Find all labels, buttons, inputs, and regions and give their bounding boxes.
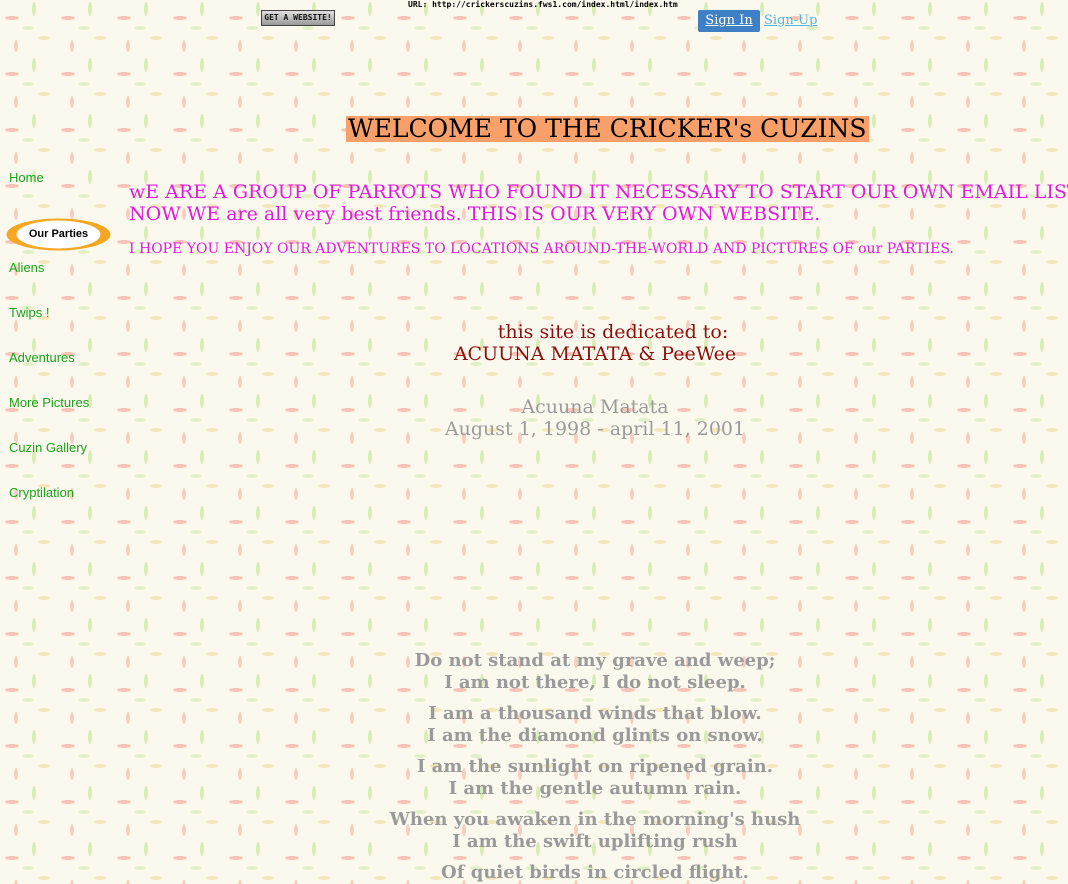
- sign-up-link[interactable]: Sign-Up: [764, 13, 817, 28]
- poem-line: I am the diamond glints on snow.: [427, 725, 763, 746]
- nav-cuzin-gallery-link[interactable]: Cuzin Gallery: [9, 440, 87, 455]
- poem-line: I am a thousand winds that blow.: [428, 703, 762, 724]
- memorial-name: Acuuna Matata: [521, 396, 669, 418]
- memorial-dates: August 1, 1998 - april 11, 2001: [444, 418, 746, 440]
- dedication-line-1: this site is dedicated to:: [497, 321, 729, 343]
- poem-line: I am the gentle autumn rain.: [448, 778, 742, 799]
- sign-in-button[interactable]: Sign In: [698, 10, 760, 32]
- poem-line: Do not stand at my grave and weep;: [414, 650, 776, 671]
- nav-our-parties-label: Our Parties: [28, 228, 89, 240]
- get-website-button[interactable]: GET A WEBSITE!: [261, 10, 335, 26]
- poem-line: Of quiet birds in circled flight.: [441, 862, 749, 883]
- nav-aliens-link[interactable]: Aliens: [9, 260, 44, 275]
- nav-twips-link[interactable]: Twips !: [9, 305, 49, 320]
- page-title: WELCOME TO THE CRICKER's CUZINS: [346, 114, 869, 143]
- intro-line-3: I HOPE YOU ENJOY OUR ADVENTURES TO LOCAT…: [129, 241, 954, 257]
- nav-cryptilation-link[interactable]: Cryptilation: [9, 485, 74, 500]
- intro-line-2: NOW WE are all very best friends. THIS I…: [129, 203, 821, 225]
- dedication-line-2: ACUUNA MATATA & PeeWee: [453, 343, 737, 365]
- nav-home-link[interactable]: Home: [9, 170, 44, 185]
- url-text: URL: http://crickerscuzins.fws1.com/inde…: [408, 0, 678, 9]
- poem-line: When you awaken in the morning's hush: [389, 809, 801, 830]
- poem-line: I am not there, I do not sleep.: [444, 672, 746, 693]
- nav-our-parties-button[interactable]: Our Parties: [6, 218, 111, 251]
- intro-line-1: wE ARE A GROUP OF PARROTS WHO FOUND IT N…: [129, 181, 1068, 203]
- poem-line: I am the sunlight on ripened grain.: [416, 756, 774, 777]
- poem-line: I am the swift uplifting rush: [452, 831, 738, 852]
